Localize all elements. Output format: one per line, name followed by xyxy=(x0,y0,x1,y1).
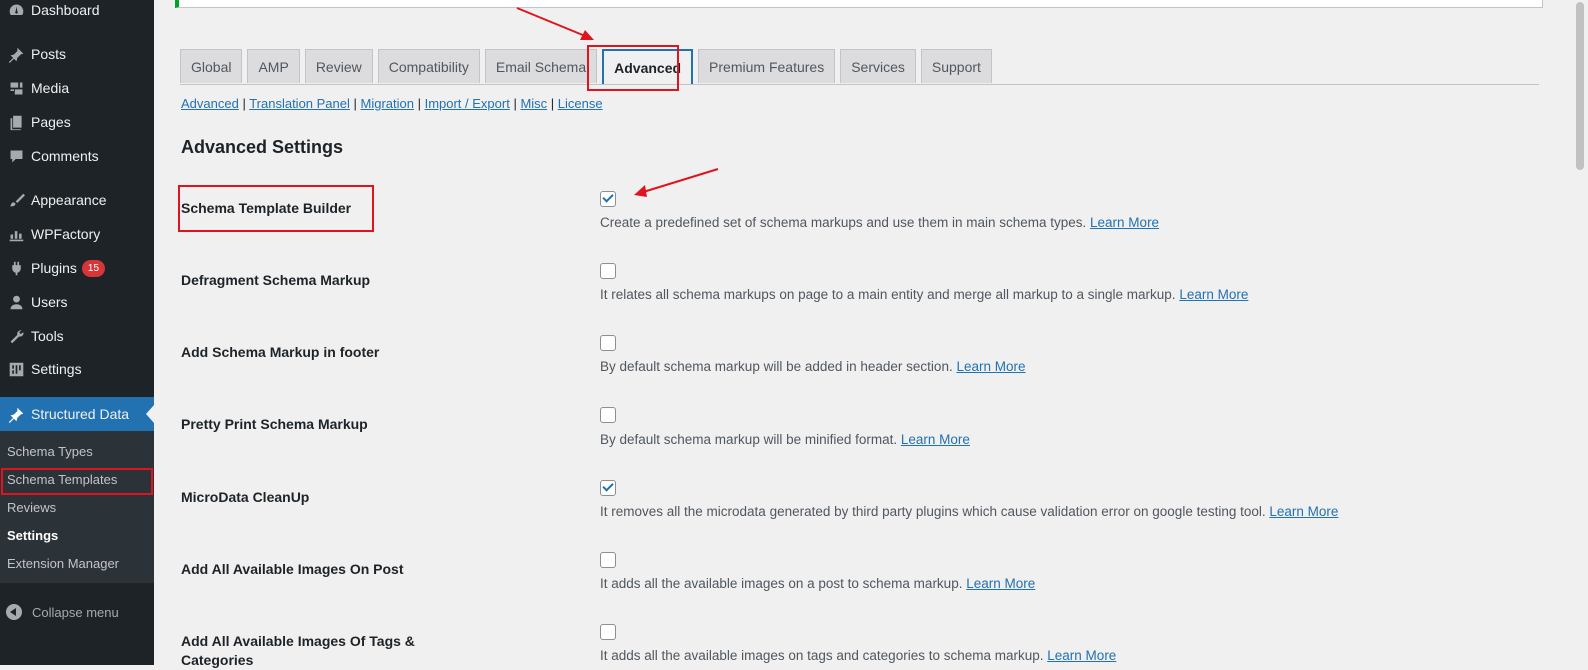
page-scrollbar[interactable] xyxy=(1570,0,1588,665)
scrollbar-thumb[interactable] xyxy=(1576,2,1584,170)
annotation-arrows xyxy=(516,7,719,197)
